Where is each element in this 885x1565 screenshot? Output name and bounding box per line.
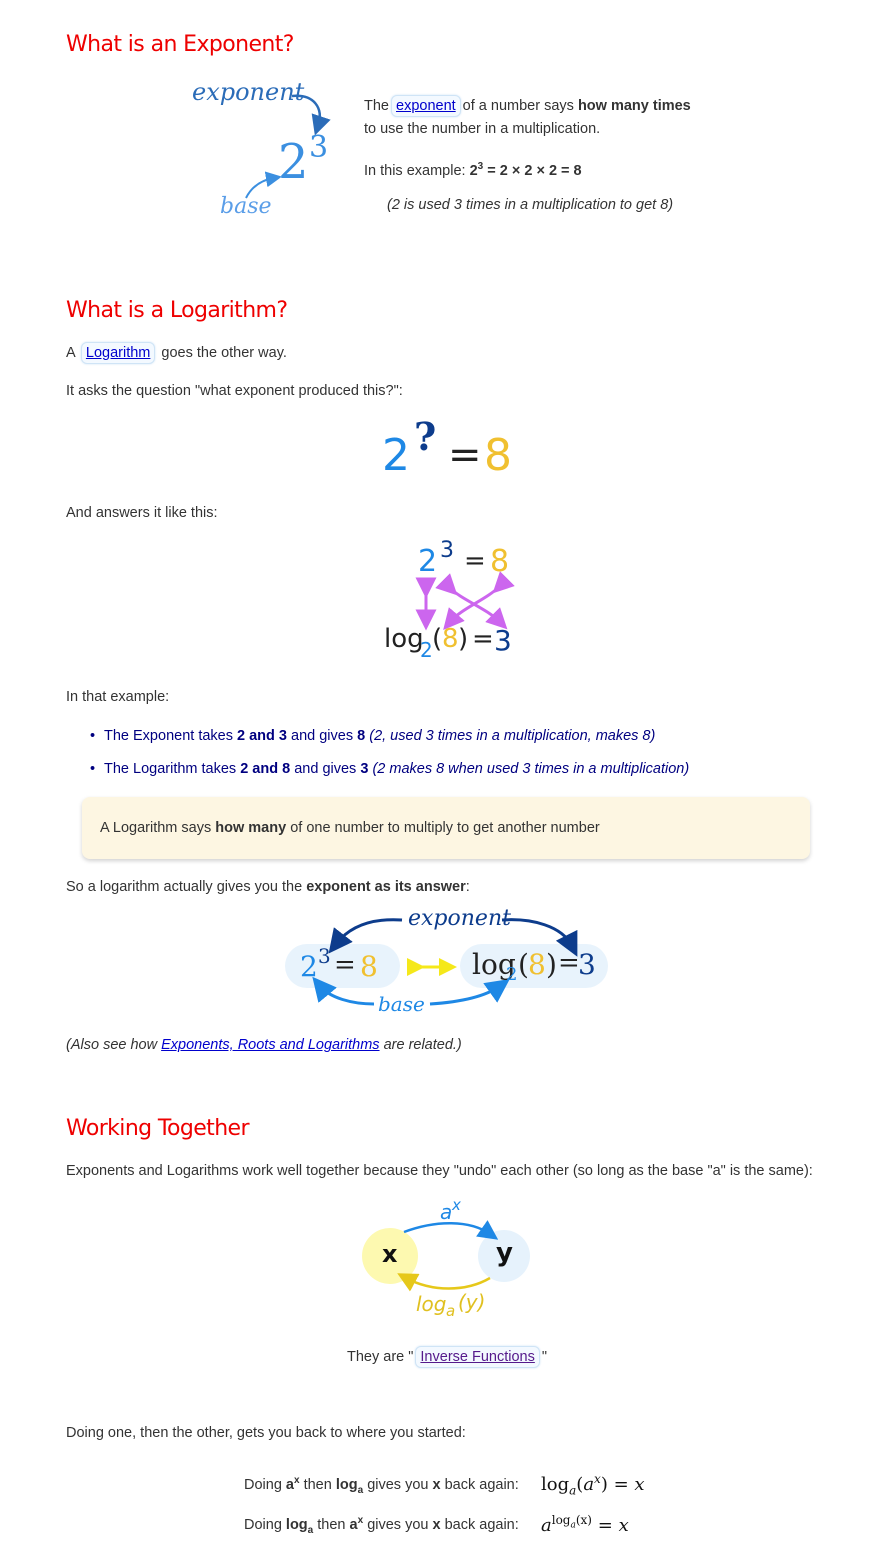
working-intro: Exponents and Logarithms work well toget… bbox=[66, 1163, 813, 1179]
answer-sup: 3 bbox=[440, 538, 454, 563]
inverse-figure: x y a x log a (y) bbox=[356, 1196, 536, 1320]
question-result: 8 bbox=[484, 430, 512, 481]
exponent-figure: exponent 2 3 base bbox=[188, 78, 348, 228]
heading-exponent: What is an Exponent? bbox=[66, 32, 294, 57]
node-x: x bbox=[382, 1240, 398, 1268]
answer-figure: 2 3 = 8 log 2 ( 8 ) = 3 bbox=[382, 538, 518, 664]
example-list: The Exponent takes 2 and 3 and gives 8 (… bbox=[90, 726, 689, 792]
top-label-base: a bbox=[440, 1200, 453, 1224]
heading-logarithm: What is a Logarithm? bbox=[66, 298, 288, 323]
round-trip-formula-1: loga(ax) = x bbox=[541, 1472, 645, 1498]
exponent-answer-text: So a logarithm actually gives you the ex… bbox=[66, 879, 470, 895]
power-digit: 3 bbox=[309, 130, 329, 165]
logarithm-link[interactable]: Logarithm bbox=[86, 345, 150, 361]
log-word: log bbox=[384, 624, 424, 654]
round-trip-row-1: Doing ax then loga gives you x back agai… bbox=[244, 1475, 519, 1496]
diagram-left-result: 8 bbox=[360, 950, 378, 983]
log-base: 2 bbox=[420, 638, 433, 662]
round-trip-row-2: Doing loga then ax gives you x back agai… bbox=[244, 1515, 519, 1536]
definition-note: A Logarithm says how many of one number … bbox=[82, 797, 810, 859]
question-mark: ? bbox=[414, 414, 437, 459]
note-text: A Logarithm says how many of one number … bbox=[100, 820, 600, 836]
answer-result: 8 bbox=[490, 544, 510, 579]
question-base: 2 bbox=[382, 430, 410, 481]
bottom-label-log: log bbox=[416, 1292, 447, 1316]
exponent-definition: The exponent of a number says how many tim… bbox=[364, 95, 764, 141]
diagram-arg: 8 bbox=[528, 948, 546, 981]
diagram-log-base: 2 bbox=[506, 964, 518, 985]
round-trip-intro: Doing one, then the other, gets you back… bbox=[66, 1425, 466, 1441]
log-answer: 3 bbox=[494, 624, 512, 657]
answer-base: 2 bbox=[418, 544, 438, 579]
list-item: The Exponent takes 2 and 3 and gives 8 (… bbox=[90, 726, 689, 759]
inverse-functions-text: They are " Inverse Functions " bbox=[347, 1346, 547, 1369]
question-equals: = bbox=[448, 432, 482, 478]
diagram-left-sup: 3 bbox=[318, 944, 331, 968]
answer-intro: And answers it like this: bbox=[66, 505, 218, 521]
diagram-eq: = bbox=[558, 948, 580, 978]
list-item: The Logarithm takes 2 and 8 and gives 3 … bbox=[90, 759, 689, 792]
related-note: (Also see how Exponents, Roots and Logar… bbox=[66, 1037, 462, 1053]
diagram-left-eq: = bbox=[334, 950, 356, 980]
log-open: ( bbox=[432, 624, 443, 654]
exponent-link[interactable]: exponent bbox=[396, 98, 456, 114]
diagram-exponent-label: exponent bbox=[408, 906, 511, 931]
top-label-sup: x bbox=[452, 1196, 461, 1214]
heading-working-together: Working Together bbox=[66, 1116, 250, 1141]
bottom-label-arg: (y) bbox=[458, 1290, 486, 1314]
roots-logs-link[interactable]: Exponents, Roots and Logarithms bbox=[161, 1037, 379, 1053]
node-y: y bbox=[496, 1238, 513, 1268]
inverse-functions-link[interactable]: Inverse Functions bbox=[420, 1349, 534, 1365]
base-digit: 2 bbox=[278, 134, 309, 190]
logarithm-intro: A Logarithm goes the other way. bbox=[66, 342, 287, 365]
example-intro: In that example: bbox=[66, 689, 170, 705]
exponent-link-pill[interactable]: exponent bbox=[391, 95, 461, 117]
exponent-example: In this example: 23 = 2 × 2 × 2 = 8 bbox=[364, 161, 582, 179]
exponent-label: exponent bbox=[192, 78, 305, 106]
round-trip-formula-2: aloga(x) = x bbox=[541, 1513, 629, 1536]
logarithm-question-text: It asks the question "what exponent prod… bbox=[66, 383, 403, 399]
exponent-log-diagram: exponent base 2 3 = 8 log 2 ( 8 ) = 3 bbox=[282, 906, 612, 1018]
inverse-link-pill[interactable]: Inverse Functions bbox=[415, 1346, 540, 1368]
diagram-left-base: 2 bbox=[300, 950, 318, 983]
logarithm-link-pill[interactable]: Logarithm bbox=[80, 342, 156, 364]
base-label: base bbox=[220, 194, 272, 219]
question-equation: 2 ? = 8 bbox=[382, 414, 522, 481]
diagram-base-label: base bbox=[378, 992, 425, 1016]
log-close: ) bbox=[458, 624, 469, 654]
log-arg: 8 bbox=[442, 624, 459, 654]
diagram-answer: 3 bbox=[578, 948, 596, 981]
answer-eq: = bbox=[464, 546, 486, 576]
log-eq: = bbox=[472, 624, 494, 654]
bottom-label-sub: a bbox=[446, 1302, 456, 1320]
exponent-explanation: (2 is used 3 times in a multiplication t… bbox=[387, 197, 674, 213]
diagram-close: ) bbox=[546, 948, 557, 981]
